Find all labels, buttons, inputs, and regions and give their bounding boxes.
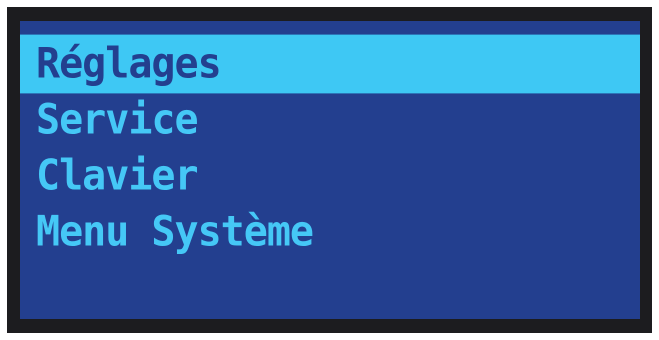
lcd-screen: Réglages Service Clavier Menu Système xyxy=(20,21,640,319)
menu-item-clavier[interactable]: Clavier xyxy=(20,147,640,206)
menu-item-menu-systeme[interactable]: Menu Système xyxy=(20,203,640,262)
device-bezel: Réglages Service Clavier Menu Système xyxy=(7,7,652,333)
menu-item-service[interactable]: Service xyxy=(20,91,640,150)
menu-item-reglages[interactable]: Réglages xyxy=(20,34,640,94)
menu-list: Réglages Service Clavier Menu Système xyxy=(20,34,640,262)
